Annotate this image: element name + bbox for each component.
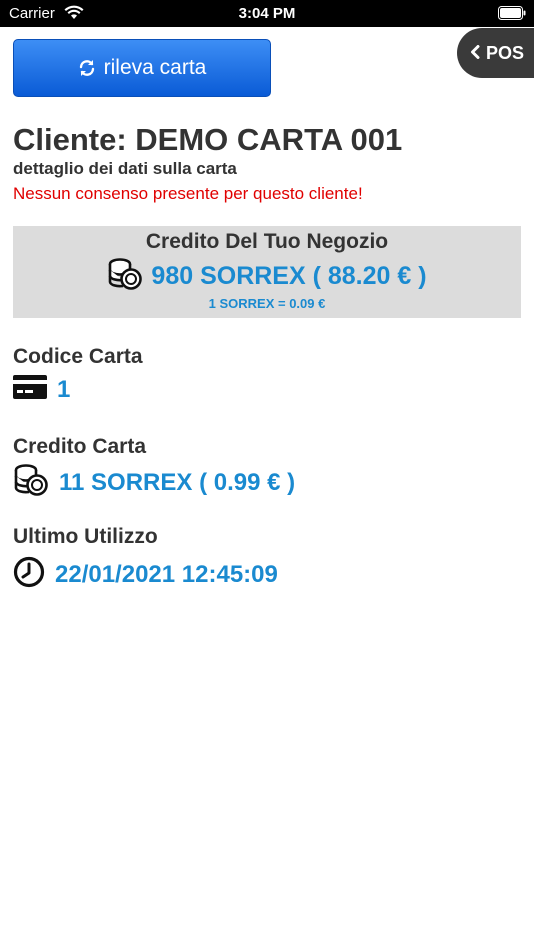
credit-card-icon xyxy=(13,374,47,405)
card-code-row: 1 xyxy=(13,374,70,405)
consent-warning: Nessun consenso presente per questo clie… xyxy=(13,184,363,203)
pos-label: POS xyxy=(486,42,525,63)
store-credit-panel: Credito Del Tuo Negozio 980 SORREX ( 88.… xyxy=(13,226,521,318)
card-code-label: Codice Carta xyxy=(13,345,143,368)
conversion-rate: 1 SORREX = 0.09 € xyxy=(208,296,326,311)
refresh-icon xyxy=(78,59,96,77)
store-credit-title: Credito Del Tuo Negozio xyxy=(145,230,389,253)
page-subtitle: dettaglio dei dati sulla carta xyxy=(13,159,237,178)
page-title: Cliente: DEMO CARTA 001 xyxy=(13,122,403,157)
coins-icon xyxy=(13,464,49,501)
card-credit-value: 11 SORREX ( 0.99 € ) xyxy=(59,468,296,496)
coins-icon xyxy=(107,258,143,295)
last-use-label: Ultimo Utilizzo xyxy=(13,525,158,548)
card-credit-row: 11 SORREX ( 0.99 € ) xyxy=(13,464,295,501)
pos-back-button[interactable]: POS xyxy=(457,28,534,78)
card-credit-label: Credito Carta xyxy=(13,435,147,458)
store-credit-value: 980 SORREX ( 88.20 € ) xyxy=(151,262,427,290)
store-credit-row: 980 SORREX ( 88.20 € ) xyxy=(13,258,521,295)
last-use-row: 22/01/2021 12:45:09 xyxy=(13,556,278,593)
card-code-value: 1 xyxy=(57,375,71,403)
detect-card-label: rileva carta xyxy=(103,56,207,79)
status-time: 3:04 PM xyxy=(238,5,296,22)
status-bar: Carrier 3:04 PM xyxy=(0,0,534,27)
detect-card-button[interactable]: rileva carta xyxy=(13,39,271,97)
clock-icon xyxy=(13,556,45,593)
chevron-left-icon xyxy=(470,43,480,64)
battery-icon xyxy=(498,6,526,24)
last-use-value: 22/01/2021 12:45:09 xyxy=(55,560,278,588)
